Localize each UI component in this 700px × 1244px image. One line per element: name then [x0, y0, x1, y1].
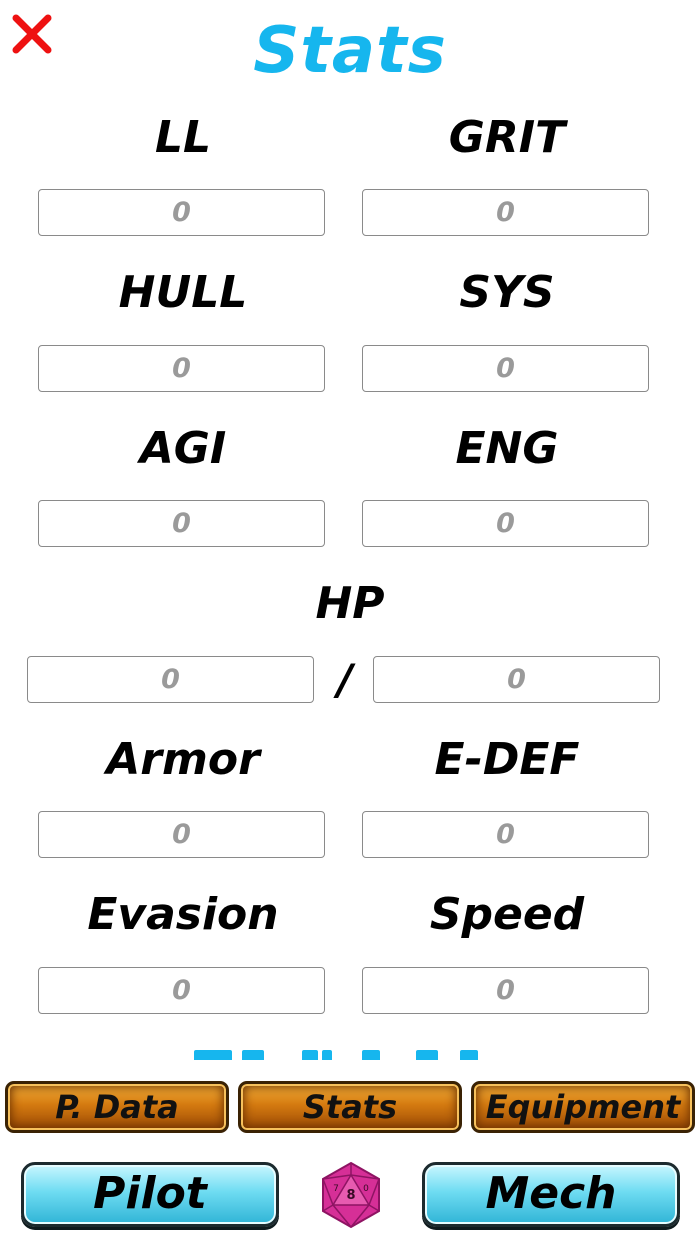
page-title: Stats — [253, 14, 447, 88]
eng-label: ENG — [455, 423, 559, 474]
hull-label: HULL — [118, 267, 248, 318]
sys-label: SYS — [459, 267, 555, 318]
hp-max-input[interactable]: 0 — [373, 656, 660, 703]
hp-separator: / — [337, 655, 353, 704]
evasion-label: Evasion — [87, 889, 279, 940]
hp-label: HP — [315, 578, 385, 629]
tab-stats[interactable]: Stats — [238, 1081, 462, 1133]
dice-button[interactable]: 8 7 0 — [319, 1161, 383, 1229]
tab-pilot-data[interactable]: P. Data — [5, 1081, 229, 1133]
eng-input[interactable]: 0 — [362, 500, 649, 547]
ll-label: LL — [154, 112, 212, 163]
evasion-input[interactable]: 0 — [38, 967, 325, 1014]
pilot-button[interactable]: Pilot — [21, 1162, 279, 1227]
hull-input[interactable]: 0 — [38, 345, 325, 392]
dice-number-left: 7 — [333, 1184, 339, 1194]
grit-label: GRIT — [448, 112, 566, 163]
sys-input[interactable]: 0 — [362, 345, 649, 392]
speed-input[interactable]: 0 — [362, 967, 649, 1014]
armor-input[interactable]: 0 — [38, 811, 325, 858]
grit-input[interactable]: 0 — [362, 189, 649, 236]
tab-equipment[interactable]: Equipment — [471, 1081, 695, 1133]
dice-number-right: 0 — [363, 1184, 369, 1194]
mech-button[interactable]: Mech — [422, 1162, 680, 1227]
hp-current-input[interactable]: 0 — [27, 656, 314, 703]
agi-input[interactable]: 0 — [38, 500, 325, 547]
agi-label: AGI — [139, 423, 227, 474]
edef-label: E-DEF — [434, 734, 580, 785]
d20-dice-icon: 8 7 0 — [322, 1161, 380, 1229]
scrolled-heading-cutoff — [190, 1050, 510, 1060]
speed-label: Speed — [429, 889, 585, 940]
edef-input[interactable]: 0 — [362, 811, 649, 858]
dice-number-center: 8 — [346, 1188, 355, 1203]
armor-label: Armor — [106, 734, 260, 785]
ll-input[interactable]: 0 — [38, 189, 325, 236]
